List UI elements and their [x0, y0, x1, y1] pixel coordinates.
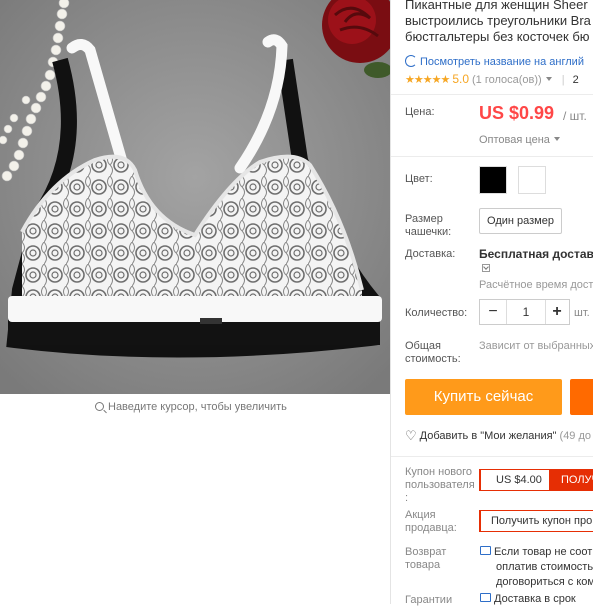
translate-link-text: Посмотреть название на англий [420, 56, 584, 68]
product-title: Пикантные для женщин Sheer выстроились т… [405, 0, 593, 45]
add-to-cart-button[interactable] [570, 379, 593, 415]
returns-text-line: оплатив стоимость [496, 561, 593, 573]
returns-policy: Если товар не соотв оплатив стоимость до… [480, 545, 593, 590]
guarantee-label: Гарантии [405, 594, 453, 606]
price-value: US $0.99 [479, 103, 555, 123]
zoom-hint: Наведите курсор, чтобы увеличить [95, 401, 287, 413]
quantity-stepper: − 1 + [479, 299, 570, 325]
quantity-increase-button[interactable]: + [544, 300, 570, 324]
returns-text-line: договориться с ком [496, 576, 593, 588]
price-unit: / шт. [563, 109, 587, 123]
total-label-line: Общая [405, 340, 441, 352]
heart-icon: ♡ [405, 428, 417, 443]
rating-score: 5.0 [452, 72, 469, 86]
quantity-decrease-button[interactable]: − [480, 300, 506, 324]
buy-now-button[interactable]: Купить сейчас [405, 379, 562, 415]
orders-count: 2 [572, 74, 579, 86]
return-policy-icon [480, 546, 491, 555]
star-rating-icon: ★★★★★ [405, 74, 450, 86]
returns-label-line: Возврат [405, 546, 447, 558]
size-option-button[interactable]: Один размер [479, 208, 562, 234]
rating-votes[interactable]: (1 голоса(ов)) [472, 74, 542, 86]
title-line: выстроились треугольники Bra [405, 13, 591, 28]
wishlist-link[interactable]: ♡ Добавить в "Мои желания" (49 до [405, 428, 591, 444]
rating-separator: | [561, 74, 565, 86]
quantity-input[interactable]: 1 [506, 300, 546, 324]
coupon-amount: US $4.00 [496, 474, 542, 486]
guarantee-text-value: Доставка в срок [494, 593, 576, 605]
translate-link[interactable]: Посмотреть название на англий [405, 55, 584, 68]
coupon-label-line: : [405, 492, 409, 504]
guarantee-text: Доставка в срок [480, 593, 576, 605]
shipping-label: Доставка: [405, 248, 456, 260]
shipping-estimate: Расчётное время доста [479, 279, 593, 291]
returns-label-line: товара [405, 559, 441, 571]
seller-label-line: Акция [405, 509, 436, 521]
product-photo-bralette [0, 0, 390, 394]
seller-label-line: продавца: [405, 522, 457, 534]
quantity-unit: шт. [574, 307, 590, 319]
wholesale-price-toggle[interactable]: Оптовая цена [479, 134, 560, 146]
chevron-down-icon[interactable] [545, 77, 552, 81]
title-line: бюстгальтеры без косточек бю [405, 29, 590, 44]
total-label-line: стоимость: [405, 353, 461, 365]
returns-label: Возврат товара [405, 546, 446, 572]
divider-line [391, 94, 593, 95]
translate-icon [405, 55, 417, 67]
product-image[interactable] [0, 0, 390, 394]
zoom-hint-text: Наведите курсор, чтобы увеличить [108, 401, 287, 413]
new-user-coupon-label: Купон нового пользователя : [405, 466, 475, 505]
price-label: Цена: [405, 106, 435, 118]
divider-line [391, 456, 593, 457]
size-label: Размер чашечки: [405, 213, 451, 239]
magnifier-icon [95, 402, 104, 411]
returns-text-line: Если товар не соотв [494, 546, 593, 558]
size-label-line: чашечки: [405, 226, 452, 238]
wishlist-label: Добавить в "Мои желания" [419, 430, 557, 442]
title-line: Пикантные для женщин Sheer [405, 0, 588, 12]
shipping-method: Бесплатная доставка [479, 247, 593, 261]
total-value: Зависит от выбранных [479, 340, 593, 352]
wishlist-count: (49 до [559, 430, 592, 442]
chevron-down-icon [553, 137, 560, 141]
color-swatch-white[interactable] [518, 166, 546, 194]
seller-coupon-button[interactable]: Получить купон про [479, 510, 593, 532]
coupon-amount-box: US $4.00 [479, 469, 558, 491]
coupon-label-line: пользователя [405, 479, 475, 491]
color-swatch-black[interactable] [479, 166, 507, 194]
guarantee-icon [480, 593, 491, 602]
panel-divider [390, 0, 391, 604]
quantity-label: Количество: [405, 307, 468, 319]
color-label: Цвет: [405, 173, 433, 185]
seller-promo-label: Акция продавца: [405, 509, 457, 535]
shipping-dropdown-icon[interactable] [482, 264, 490, 272]
total-label: Общая стоимость: [405, 340, 461, 366]
size-label-line: Размер [405, 213, 443, 225]
divider-line [391, 156, 593, 157]
coupon-label-line: Купон нового [405, 466, 473, 478]
rating-row: ★★★★★ 5.0 (1 голоса(ов)) | 2 [405, 72, 579, 86]
get-coupon-button[interactable]: ПОЛУЧ [549, 469, 593, 491]
wholesale-label: Оптовая цена [479, 134, 550, 146]
